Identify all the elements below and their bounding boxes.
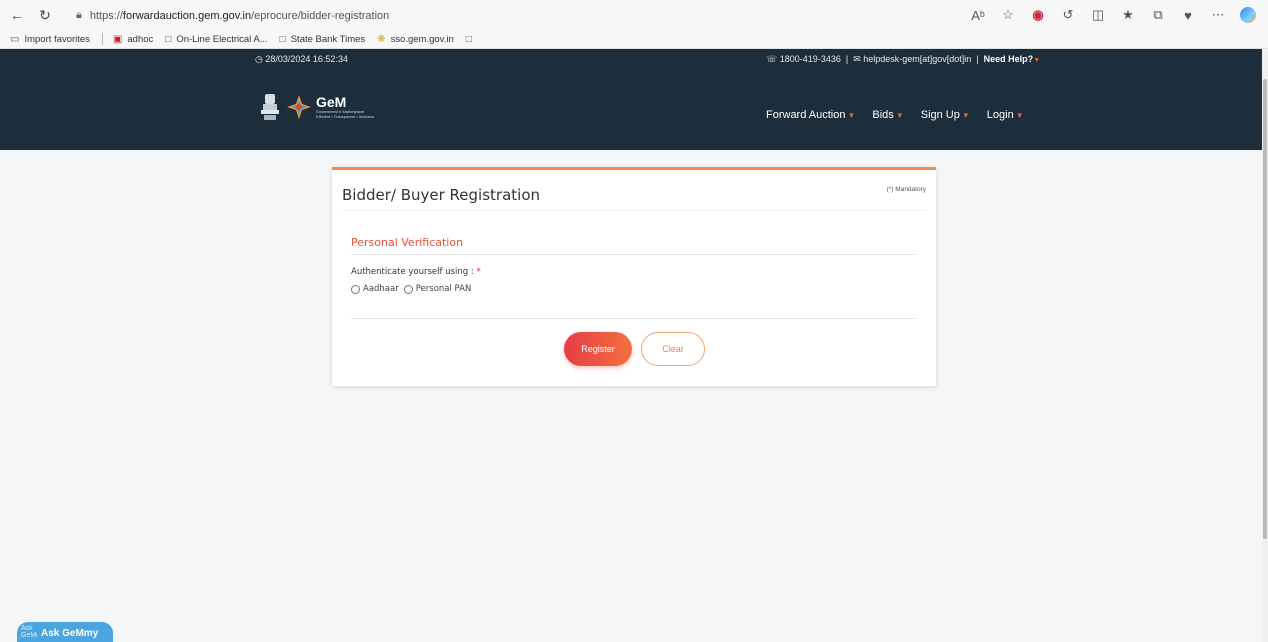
gemmy-avatar-icon: Ask GeMmy — [21, 625, 37, 639]
contact-bar: ☏ 1800-419-3436 | ✉ helpdesk-gem[at]gov[… — [766, 54, 1041, 64]
gem-logo-text: GeM — [316, 94, 347, 110]
browser-toolbar: ← ↻ 🔒︎ https://forwardauction.gem.gov.in… — [0, 0, 1268, 30]
nav-label: Sign Up — [920, 109, 960, 121]
url-prefix: https:// — [89, 9, 123, 22]
nav-bids[interactable]: Bids ▼ — [872, 109, 903, 121]
datetime-display: ◷ 28/03/2024 16:52:34 — [255, 54, 348, 65]
chevron-down-icon: ▼ — [895, 111, 904, 120]
authenticate-label-text: Authenticate yourself using : — [351, 267, 474, 277]
url-host: forwardauction.gem.gov.in — [122, 9, 252, 22]
collections-icon[interactable]: ⧉ — [1150, 7, 1166, 23]
phone-icon: ☏ — [766, 54, 778, 64]
page-icon: □ — [465, 33, 472, 45]
favorite-label: sso.gem.gov.in — [390, 33, 454, 45]
nav-login[interactable]: Login ▼ — [987, 109, 1024, 121]
extension-shield-icon[interactable]: ◉ — [1030, 7, 1046, 23]
favorite-label: adhoc — [127, 33, 154, 45]
authenticate-label: Authenticate yourself using : * — [351, 267, 481, 277]
favorite-electrical[interactable]: □ On-Line Electrical A... — [165, 34, 267, 45]
gem-logo-tagline: Efficient • Transparent • Inclusive — [316, 114, 375, 119]
mandatory-note: (*) Mandatory — [886, 186, 926, 193]
favorite-adhoc[interactable]: ▣ adhoc — [113, 34, 153, 45]
national-emblem-icon — [261, 94, 279, 120]
favorite-import[interactable]: ▭ Import favorites — [10, 34, 90, 45]
nav-label: Bids — [872, 109, 894, 121]
back-arrow-icon[interactable]: ← — [6, 4, 28, 26]
ask-gemmy-label: Ask GeMmy — [41, 627, 99, 639]
favorite-label: On-Line Electrical A... — [176, 33, 268, 45]
register-button[interactable]: Register — [564, 332, 632, 366]
favorites-divider — [101, 33, 103, 45]
chevron-down-icon: ▼ — [1033, 57, 1041, 64]
gem-wordmark: GeM Government e Marketplace Efficient •… — [316, 95, 374, 119]
required-mark: * — [476, 267, 481, 277]
gem-logo[interactable]: GeM Government e Marketplace Efficient •… — [258, 92, 374, 122]
nav-label: Forward Auction — [766, 109, 846, 121]
nav-label: Login — [986, 109, 1014, 121]
favorites-icon[interactable]: ★ — [1120, 7, 1136, 23]
favorite-blank[interactable]: □ — [466, 34, 477, 45]
scrollbar-thumb[interactable] — [1263, 79, 1267, 539]
gem-icon: ❋ — [377, 33, 386, 45]
browser-toolbar-icons: Aᵇ ☆ ◉ ↺ ◫ ★ ⧉ ♥ ⋯ — [970, 5, 1268, 25]
favorite-label: Import favorites — [24, 33, 90, 45]
split-screen-icon[interactable]: ◫ — [1090, 7, 1106, 23]
nav-forward-auction[interactable]: Forward Auction ▼ — [766, 109, 855, 121]
page-title: Bidder/ Buyer Registration — [342, 186, 541, 204]
datetime-text: 28/03/2024 16:52:34 — [265, 54, 348, 64]
aadhaar-label[interactable]: Aadhaar — [363, 284, 399, 294]
read-aloud-icon[interactable]: Aᵇ — [970, 8, 986, 23]
extension-icon[interactable]: ↺ — [1060, 7, 1076, 23]
import-icon: ▭ — [10, 33, 20, 45]
favorite-label: State Bank Times — [290, 33, 366, 45]
helpdesk-email[interactable]: helpdesk-gem[at]gov[dot]in — [863, 54, 971, 64]
refresh-icon[interactable]: ↻ — [34, 4, 56, 26]
phone-number: 1800-419-3436 — [779, 54, 841, 64]
page-scrollbar[interactable] — [1262, 49, 1268, 642]
pdf-icon: ▣ — [112, 33, 123, 45]
pan-radio[interactable] — [403, 284, 413, 294]
site-header: ◷ 28/03/2024 16:52:34 ☏ 1800-419-3436 | … — [0, 49, 1262, 150]
clock-icon: ◷ — [255, 54, 263, 64]
favorite-star-icon[interactable]: ☆ — [1000, 7, 1016, 23]
favorite-sso-gem[interactable]: ❋ sso.gem.gov.in — [377, 34, 454, 45]
copilot-icon[interactable] — [1240, 7, 1256, 23]
gem-star-icon — [287, 95, 311, 119]
page-icon: □ — [279, 33, 286, 45]
mail-icon: ✉ — [853, 54, 861, 64]
clear-button[interactable]: Clear — [641, 332, 705, 366]
pan-label[interactable]: Personal PAN — [416, 284, 472, 294]
ask-gemmy-button[interactable]: Ask GeMmy Ask GeMmy — [17, 622, 113, 642]
chevron-down-icon: ▼ — [847, 111, 856, 120]
lock-icon: 🔒︎ — [76, 9, 82, 21]
registration-card: Bidder/ Buyer Registration (*) Mandatory… — [332, 167, 936, 386]
browser-essentials-icon[interactable]: ♥ — [1180, 8, 1196, 23]
section-divider — [351, 254, 917, 255]
chevron-down-icon: ▼ — [1015, 111, 1024, 120]
chevron-down-icon: ▼ — [961, 111, 970, 120]
url-path: /eprocure/bidder-registration — [251, 9, 390, 22]
more-options-icon[interactable]: ⋯ — [1210, 7, 1226, 23]
section-title: Personal Verification — [351, 236, 464, 249]
nav-sign-up[interactable]: Sign Up ▼ — [921, 109, 970, 121]
address-bar[interactable]: 🔒︎ https://forwardauction.gem.gov.in/epr… — [72, 5, 972, 26]
favorites-bar: ▭ Import favorites ▣ adhoc □ On-Line Ele… — [0, 30, 1268, 49]
auth-options: Aadhaar Personal PAN — [351, 284, 476, 294]
page-icon: □ — [165, 33, 172, 45]
title-divider — [342, 210, 926, 211]
main-nav: Forward Auction ▼ Bids ▼ Sign Up ▼ Login ▼ — [766, 109, 1024, 121]
need-help-link[interactable]: Need Help? — [984, 54, 1034, 64]
form-divider — [351, 318, 917, 319]
favorite-state-bank[interactable]: □ State Bank Times — [280, 34, 366, 45]
aadhaar-radio[interactable] — [351, 284, 360, 294]
